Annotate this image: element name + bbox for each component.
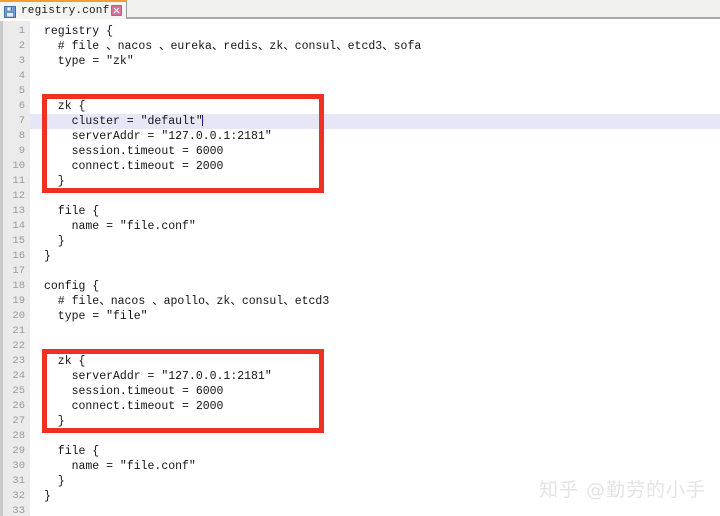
code-line[interactable]: } — [30, 234, 720, 249]
line-number: 30 — [12, 460, 25, 472]
line-number: 21 — [12, 325, 25, 337]
code-editor[interactable]: 1 2 3 4 5 6 7 8 9 10 11 12 13 14 15 16 17 18 19 20 21 22 23 24 2… — [0, 21, 720, 516]
line-number: 20 — [12, 310, 25, 322]
code-editor-window: registry.conf 1 2 3 4 5 6 7 8 9 10 11 12 13 14 15 16 17 1… — [0, 0, 720, 516]
line-number: 1 — [18, 25, 25, 37]
line-number: 32 — [12, 490, 25, 502]
line-number: 7 — [18, 115, 25, 127]
code-line[interactable]: session.timeout = 6000 — [30, 144, 720, 159]
line-number: 15 — [12, 235, 25, 247]
code-line[interactable]: session.timeout = 6000 — [30, 384, 720, 399]
line-number: 31 — [12, 475, 25, 487]
line-number: 9 — [18, 145, 25, 157]
close-icon[interactable] — [111, 5, 123, 16]
line-number: 25 — [12, 385, 25, 397]
code-line[interactable]: # file、nacos 、apollo、zk、consul、etcd3 — [30, 294, 720, 309]
line-number: 22 — [12, 340, 25, 352]
line-number: 16 — [12, 250, 25, 262]
code-line[interactable]: connect.timeout = 2000 — [30, 159, 720, 174]
line-number: 27 — [12, 415, 25, 427]
text-caret — [202, 115, 204, 126]
code-line[interactable] — [30, 504, 720, 516]
line-number: 26 — [12, 400, 25, 412]
line-number: 19 — [12, 295, 25, 307]
code-line[interactable]: serverAddr = "127.0.0.1:2181" — [30, 129, 720, 144]
code-line[interactable]: } — [30, 174, 720, 189]
line-number: 13 — [12, 205, 25, 217]
code-line[interactable] — [30, 189, 720, 204]
line-number-gutter: 1 2 3 4 5 6 7 8 9 10 11 12 13 14 15 16 17 18 19 20 21 22 23 24 2… — [0, 21, 30, 516]
line-number: 24 — [12, 370, 25, 382]
line-number: 8 — [18, 130, 25, 142]
code-line[interactable]: serverAddr = "127.0.0.1:2181" — [30, 369, 720, 384]
code-line[interactable]: zk { — [30, 99, 720, 114]
line-number: 11 — [12, 175, 25, 187]
code-line[interactable] — [30, 69, 720, 84]
line-number: 23 — [12, 355, 25, 367]
code-line[interactable]: file { — [30, 444, 720, 459]
tab-registry-conf[interactable]: registry.conf — [0, 0, 128, 19]
watermark: 知乎 @勤劳的小手 — [538, 479, 706, 501]
line-number: 29 — [12, 445, 25, 457]
code-line[interactable]: name = "file.conf" — [30, 219, 720, 234]
line-number: 33 — [12, 505, 25, 516]
line-number: 18 — [12, 280, 25, 292]
code-line[interactable] — [30, 429, 720, 444]
tab-label: registry.conf — [21, 4, 110, 17]
code-line[interactable]: connect.timeout = 2000 — [30, 399, 720, 414]
line-number: 4 — [18, 70, 25, 82]
code-line[interactable] — [30, 84, 720, 99]
code-line[interactable]: type = "zk" — [30, 54, 720, 69]
save-disk-icon — [4, 5, 16, 18]
line-number: 6 — [18, 100, 25, 112]
line-number: 14 — [12, 220, 25, 232]
code-line[interactable]: config { — [30, 279, 720, 294]
code-line[interactable]: # file 、nacos 、eureka、redis、zk、consul、et… — [30, 39, 720, 54]
code-line[interactable]: type = "file" — [30, 309, 720, 324]
line-number: 5 — [18, 85, 25, 97]
code-line[interactable]: } — [30, 249, 720, 264]
code-line[interactable] — [30, 264, 720, 279]
line-number: 2 — [18, 40, 25, 52]
code-line[interactable] — [30, 339, 720, 354]
code-line[interactable] — [30, 324, 720, 339]
editor-tab-bar: registry.conf — [0, 0, 720, 19]
code-line[interactable]: } — [30, 414, 720, 429]
code-line[interactable]: name = "file.conf" — [30, 459, 720, 474]
code-text-area[interactable]: registry { # file 、nacos 、eureka、redis、z… — [30, 21, 720, 516]
line-number: 28 — [12, 430, 25, 442]
code-line[interactable]: registry { — [30, 24, 720, 39]
line-number: 12 — [12, 190, 25, 202]
code-line[interactable]: zk { — [30, 354, 720, 369]
code-line[interactable]: file { — [30, 204, 720, 219]
line-number: 10 — [12, 160, 25, 172]
line-number: 3 — [18, 55, 25, 67]
line-number: 17 — [12, 265, 25, 277]
code-line[interactable]: cluster = "default" — [30, 114, 720, 129]
